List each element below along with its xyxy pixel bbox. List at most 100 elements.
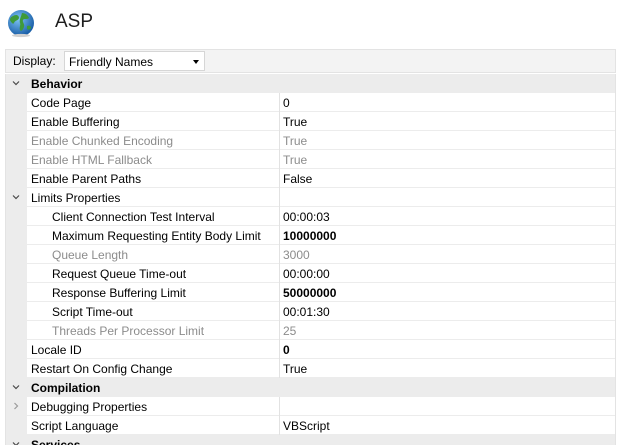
property-row[interactable]: Enable HTML Fallback True [6,150,615,169]
category-row[interactable]: Services [6,435,615,445]
property-value[interactable]: 25 [283,324,296,338]
globe-icon [8,10,34,38]
column-divider[interactable] [279,283,280,302]
row-margin [6,169,27,188]
row-margin [6,226,27,245]
column-divider[interactable] [279,188,280,207]
property-row[interactable]: Enable Parent Paths False [6,169,615,188]
property-row[interactable]: Code Page 0 [6,93,615,112]
display-dropdown[interactable]: Friendly Names [64,51,205,71]
property-value[interactable]: True [283,115,307,129]
property-value[interactable]: 0 [283,96,290,110]
property-value[interactable]: False [283,172,312,186]
property-name: Script Time-out [52,305,133,319]
row-margin [6,112,27,131]
property-name: Enable Chunked Encoding [31,134,174,148]
property-row[interactable]: Client Connection Test Interval 00:00:03 [6,207,615,226]
property-value[interactable]: 00:00:03 [283,210,330,224]
chevron-down-icon[interactable] [12,79,20,87]
chevron-down-icon[interactable] [12,383,20,391]
property-row[interactable]: Threads Per Processor Limit 25 [6,321,615,340]
property-name: Maximum Requesting Entity Body Limit [52,229,261,243]
property-value[interactable]: 50000000 [283,286,336,300]
chevron-down-icon[interactable] [12,440,20,445]
property-row[interactable]: Enable Chunked Encoding True [6,131,615,150]
column-divider[interactable] [279,226,280,245]
column-divider[interactable] [279,397,280,416]
property-row[interactable]: Enable Buffering True [6,112,615,131]
chevron-down-icon[interactable] [12,193,20,201]
property-row[interactable]: Restart On Config Change True [6,359,615,378]
row-margin [6,283,27,302]
row-margin [6,207,27,226]
property-value[interactable]: 3000 [283,248,310,262]
property-row[interactable]: Locale ID 0 [6,340,615,359]
column-divider[interactable] [279,169,280,188]
row-margin [6,359,27,378]
property-row[interactable]: Request Queue Time-out 00:00:00 [6,264,615,283]
property-value[interactable]: 10000000 [283,229,336,243]
property-name: Code Page [31,96,92,110]
display-toolbar: Display: Friendly Names [5,49,616,73]
property-row[interactable]: Script Time-out 00:01:30 [6,302,615,321]
column-divider[interactable] [279,359,280,378]
property-name: Enable HTML Fallback [31,153,152,167]
property-name: Response Buffering Limit [52,286,186,300]
property-name: Script Language [31,419,119,433]
chevron-right-icon[interactable] [12,402,20,410]
column-divider[interactable] [279,302,280,321]
row-margin [6,416,27,435]
property-grid: Behavior Code Page 0 Enable Buffering True En… [5,74,616,445]
property-name: Limits Properties [31,191,121,205]
page-title: ASP [55,11,94,32]
category-row[interactable]: Compilation [6,378,615,397]
property-row[interactable]: Script Language VBScript [6,416,615,435]
property-name: Restart On Config Change [31,362,173,376]
property-name: Enable Buffering [31,115,120,129]
column-divider[interactable] [279,321,280,340]
category-row[interactable]: Behavior [6,74,615,93]
display-dropdown-value: Friendly Names [69,55,154,69]
property-name: Threads Per Processor Limit [52,324,205,338]
column-divider[interactable] [279,340,280,359]
property-value[interactable]: VBScript [283,419,330,433]
category-label: Behavior [31,77,83,91]
column-divider[interactable] [279,416,280,435]
property-value[interactable]: 00:00:00 [283,267,330,281]
row-margin [6,302,27,321]
category-label: Compilation [31,381,101,395]
column-divider[interactable] [279,264,280,283]
row-margin [6,321,27,340]
row-margin [6,340,27,359]
row-margin [6,131,27,150]
property-name: Request Queue Time-out [52,267,187,281]
property-value[interactable]: True [283,153,307,167]
dropdown-arrow-icon [193,60,199,64]
row-margin [6,150,27,169]
column-divider[interactable] [279,207,280,226]
row-margin [6,264,27,283]
category-label: Services [31,438,81,445]
page-header: ASP [0,0,624,46]
row-margin [6,93,27,112]
column-divider[interactable] [279,131,280,150]
column-divider[interactable] [279,112,280,131]
property-name: Queue Length [52,248,129,262]
property-row[interactable]: Queue Length 3000 [6,245,615,264]
property-row[interactable]: Response Buffering Limit 50000000 [6,283,615,302]
property-name: Locale ID [31,343,82,357]
column-divider[interactable] [279,245,280,264]
property-value[interactable]: True [283,362,307,376]
property-value[interactable]: True [283,134,307,148]
property-name: Enable Parent Paths [31,172,142,186]
property-value[interactable]: 00:01:30 [283,305,330,319]
group-row[interactable]: Debugging Properties [6,397,615,416]
column-divider[interactable] [279,150,280,169]
group-row[interactable]: Limits Properties [6,188,615,207]
property-value[interactable]: 0 [283,343,290,357]
display-label: Display: [13,54,56,68]
property-row[interactable]: Maximum Requesting Entity Body Limit 1000… [6,226,615,245]
column-divider[interactable] [279,93,280,112]
property-name: Client Connection Test Interval [52,210,215,224]
property-name: Debugging Properties [31,400,148,414]
